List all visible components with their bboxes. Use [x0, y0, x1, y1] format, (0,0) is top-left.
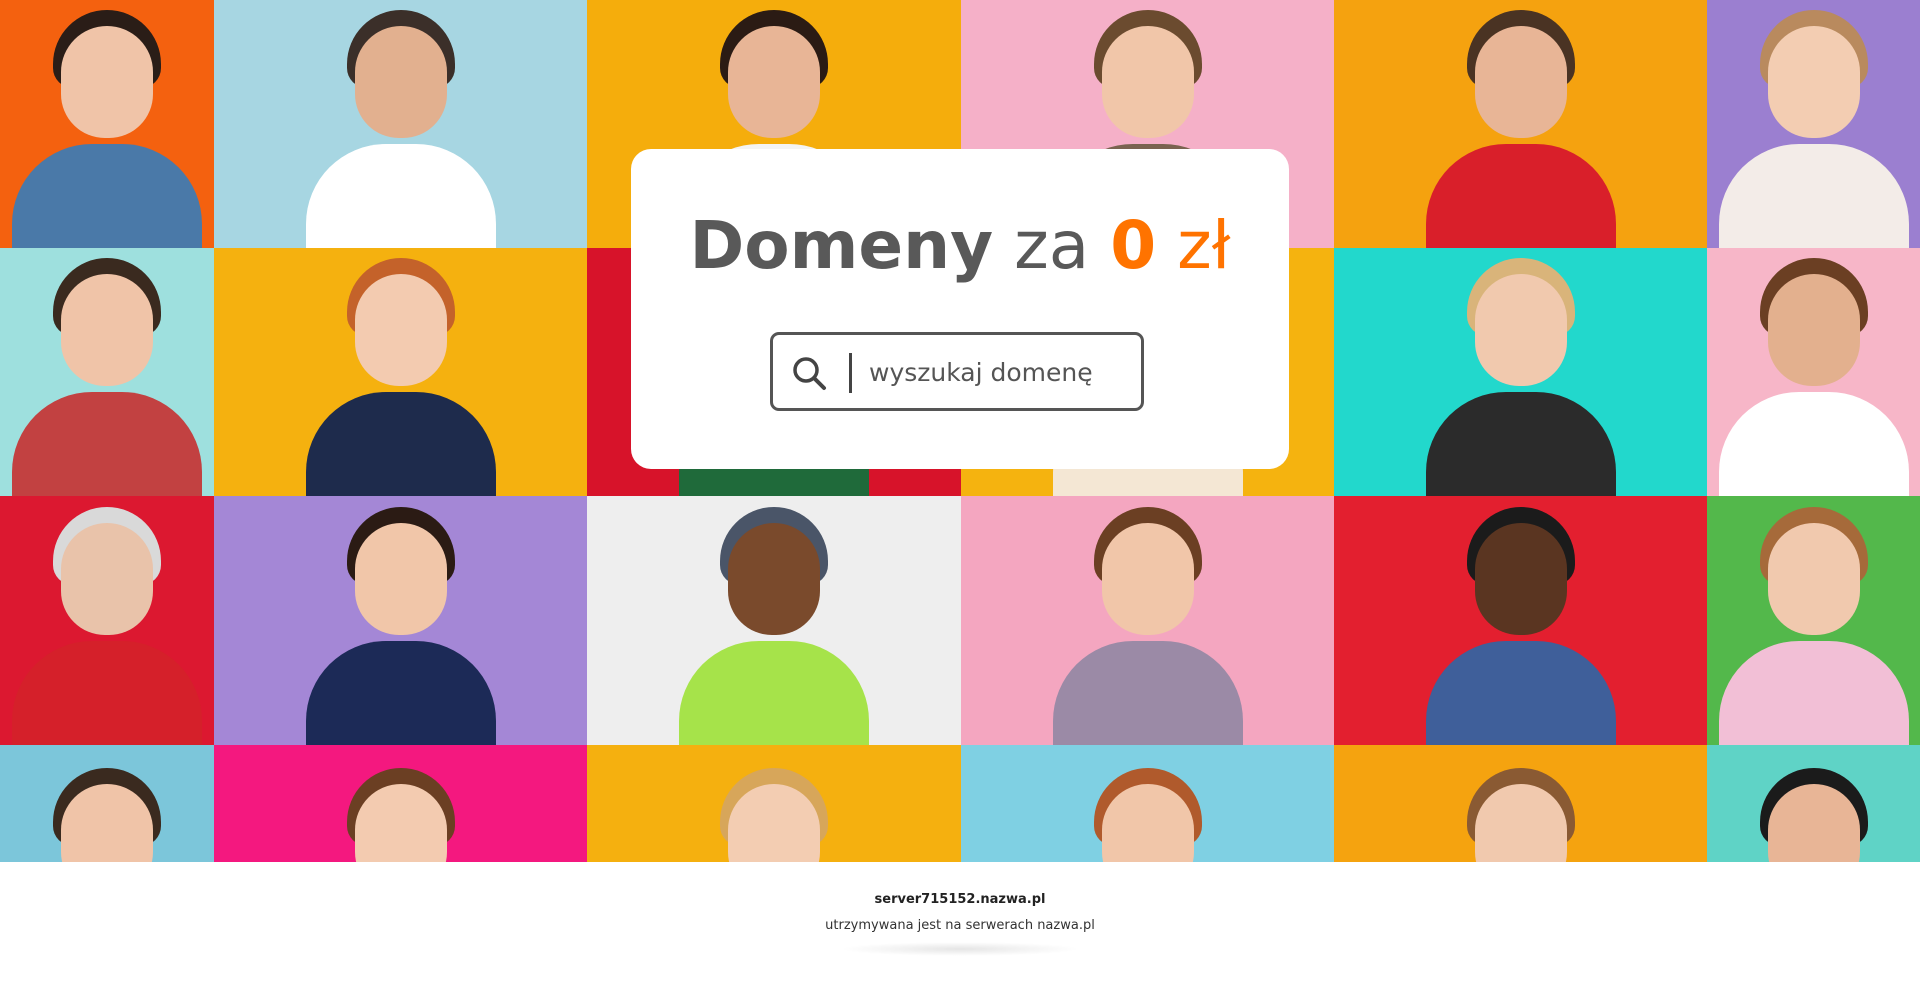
photo-tile	[1334, 248, 1707, 496]
person-photo	[1718, 252, 1909, 496]
title-currency: zł	[1177, 207, 1231, 284]
search-icon[interactable]	[791, 355, 827, 391]
person-photo	[306, 762, 496, 862]
photo-tile	[0, 496, 214, 745]
person-photo	[305, 501, 496, 745]
photo-tile	[1707, 496, 1920, 745]
person-photo	[1718, 501, 1909, 745]
person-photo	[1053, 762, 1243, 862]
photo-tile	[587, 745, 961, 862]
search-input[interactable]	[869, 349, 1129, 395]
domain-search-box[interactable]	[770, 332, 1144, 411]
photo-tile	[1707, 745, 1920, 862]
person-photo	[1425, 501, 1616, 745]
person-photo	[1719, 762, 1909, 862]
person-photo	[1426, 762, 1616, 862]
person-photo	[679, 762, 869, 862]
person-photo	[679, 501, 869, 745]
page-title: Domeny za 0 zł	[0, 208, 1920, 284]
footer-shadow	[840, 942, 1080, 956]
photo-tile	[1334, 496, 1707, 745]
server-hostname: server715152.nazwa.pl	[874, 892, 1046, 907]
person-photo	[1052, 501, 1243, 745]
footer: server715152.nazwa.pl utrzymywana jest n…	[0, 862, 1920, 993]
photo-tile	[214, 248, 587, 496]
domain-search-card	[631, 149, 1289, 469]
title-light: za	[1014, 207, 1090, 284]
title-bold: Domeny	[689, 207, 994, 284]
hero-section: Domeny za 0 zł	[0, 0, 1920, 862]
photo-tile	[214, 745, 587, 862]
photo-tile	[0, 745, 214, 862]
photo-tile	[587, 496, 961, 745]
search-divider	[849, 353, 852, 393]
photo-tile	[1707, 248, 1920, 496]
person-photo	[12, 762, 202, 862]
person-photo	[12, 252, 202, 496]
photo-tile	[961, 496, 1334, 745]
title-price: 0	[1110, 207, 1157, 284]
photo-tile	[1334, 745, 1707, 862]
person-photo	[1425, 252, 1616, 496]
person-photo	[12, 501, 202, 745]
photo-tile	[0, 248, 214, 496]
photo-tile	[961, 745, 1334, 862]
hosting-note: utrzymywana jest na serwerach nazwa.pl	[825, 918, 1095, 933]
photo-tile	[214, 496, 587, 745]
person-photo	[305, 252, 496, 496]
